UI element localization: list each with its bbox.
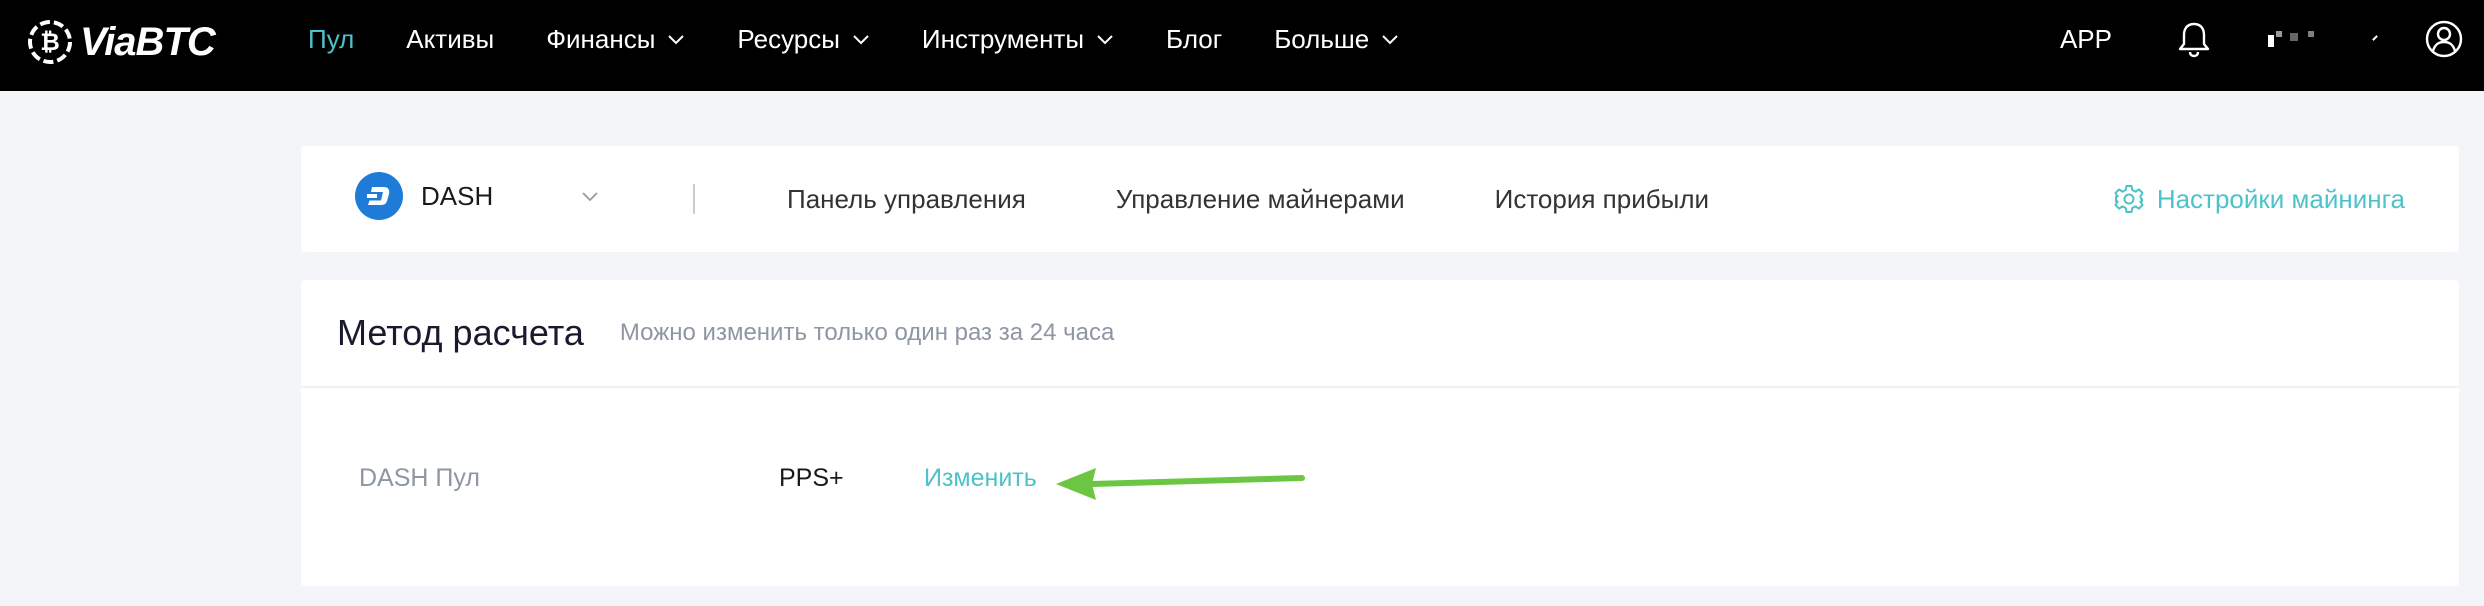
nav-item-assets[interactable]: Активы xyxy=(406,24,494,55)
app-link[interactable]: APP xyxy=(2060,24,2112,55)
nav-item-pool[interactable]: Пул xyxy=(308,24,354,55)
bitcoin-logo-icon: ₿ xyxy=(28,20,72,64)
settlement-row: DASH Пул PPS+ Изменить xyxy=(301,460,2459,500)
chevron-down-icon xyxy=(853,35,869,45)
logo-text: ViaBTC xyxy=(80,19,216,64)
top-navbar: ₿ ViaBTC Пул Активы Финансы Ресурсы Инст… xyxy=(0,0,2484,91)
coin-selector[interactable]: DASH xyxy=(355,172,599,220)
settlement-method-value: PPS+ xyxy=(779,464,844,492)
divider xyxy=(693,184,695,214)
nav-item-more[interactable]: Больше xyxy=(1274,24,1399,55)
green-arrow-annotation xyxy=(1056,468,1305,500)
pool-tabs: Панель управления Управление майнерами И… xyxy=(787,146,1799,252)
chevron-down-icon xyxy=(582,192,598,202)
nav-label: Инструменты xyxy=(921,23,1085,54)
card-title: Метод расчета xyxy=(337,312,584,353)
card-hint: Можно изменить только один раз за 24 час… xyxy=(619,319,1115,346)
mining-settings-button[interactable]: Настройки майнинга xyxy=(2113,146,2405,252)
nav-label: Финансы xyxy=(546,23,656,54)
nav-label: Больше xyxy=(1274,23,1370,54)
pool-subheader: DASH Панель управления Управление майнер… xyxy=(301,146,2459,252)
bell-icon[interactable] xyxy=(2176,20,2212,58)
tab-dashboard[interactable]: Панель управления xyxy=(787,184,1026,215)
nav-item-resources[interactable]: Ресурсы xyxy=(737,24,870,55)
chevron-down-icon xyxy=(1097,35,1113,45)
chevron-down-icon xyxy=(668,35,685,45)
gear-icon xyxy=(2114,185,2144,213)
coin-name: DASH xyxy=(421,180,494,211)
masked-account-id[interactable] xyxy=(2268,29,2378,49)
nav-label: Активы xyxy=(406,23,495,54)
mining-settings-label: Настройки майнинга xyxy=(2156,183,2405,214)
pool-label: DASH Пул xyxy=(359,464,480,492)
settlement-method-card: Метод расчета Можно изменить только один… xyxy=(301,280,2459,586)
user-account-icon[interactable] xyxy=(2424,19,2464,59)
nav-item-tools[interactable]: Инструменты xyxy=(922,24,1114,55)
chevron-down-icon xyxy=(1382,35,1398,45)
nav-label: Пул xyxy=(308,23,355,54)
svg-text:₿: ₿ xyxy=(40,28,60,56)
top-right-actions: APP xyxy=(2060,0,2484,78)
main-nav: Пул Активы Финансы Ресурсы Инструменты Б… xyxy=(308,0,1451,78)
nav-label: Ресурсы xyxy=(737,23,840,54)
tab-profit-history[interactable]: История прибыли xyxy=(1495,184,1709,215)
nav-item-finance[interactable]: Финансы xyxy=(546,24,685,55)
nav-label: Блог xyxy=(1166,23,1223,54)
tab-miner-management[interactable]: Управление майнерами xyxy=(1116,184,1405,215)
dash-coin-icon xyxy=(355,172,403,220)
viabtc-logo[interactable]: ₿ ViaBTC xyxy=(26,12,216,72)
card-header: Метод расчета Можно изменить только один… xyxy=(301,280,2459,388)
change-method-link[interactable]: Изменить xyxy=(924,464,1037,493)
nav-item-blog[interactable]: Блог xyxy=(1166,24,1222,55)
